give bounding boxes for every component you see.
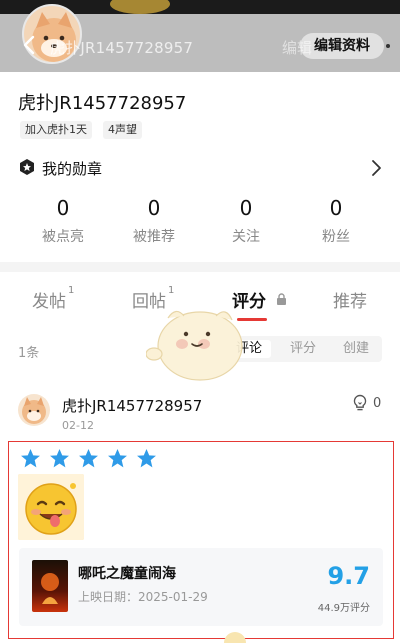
tab-count: 1 — [168, 285, 175, 296]
medal-icon — [20, 159, 34, 175]
tab-posts[interactable]: 发帖1 — [32, 285, 75, 312]
mascot-sticker[interactable] — [146, 298, 250, 386]
tab-label: 发帖 — [32, 292, 66, 312]
like-count: 0 — [373, 396, 382, 411]
reputation-tag: 4声望 — [103, 121, 142, 139]
edit-profile-button[interactable]: 编辑资料 — [300, 33, 384, 59]
stat-value: 0 — [329, 196, 343, 220]
star-icon — [108, 449, 128, 468]
stat-following[interactable]: 0 关注 — [206, 196, 286, 246]
result-count: 1条 — [18, 346, 40, 361]
avatar[interactable] — [18, 394, 50, 426]
movie-score: 9.7 — [327, 562, 370, 590]
medal-label: 我的勋章 — [42, 160, 103, 178]
stat-value: 0 — [56, 196, 70, 220]
header-title: 虎扑JR1457728957 — [50, 39, 194, 57]
dot-indicator — [386, 44, 390, 48]
stat-label: 被点亮 — [42, 229, 84, 245]
star-icon — [137, 449, 157, 468]
movie-card[interactable]: 哪吒之魔童闹海 上映日期：2025-01-29 9.7 44.9万评分 — [19, 548, 383, 626]
header: 虎扑JR1457728957 编辑 编辑资料 — [0, 0, 400, 72]
subtab-ratings[interactable]: 评分 — [281, 340, 325, 358]
stat-followers[interactable]: 0 粉丝 — [296, 196, 376, 246]
lightbulb-icon[interactable] — [352, 394, 368, 412]
tab-count: 1 — [68, 285, 75, 296]
chevron-right-icon — [372, 160, 381, 176]
profile-username: 虎扑JR1457728957 — [18, 93, 187, 114]
join-tag: 加入虎扑1天 — [20, 121, 92, 139]
post-username[interactable]: 虎扑JR1457728957 — [62, 395, 202, 416]
star-icon — [21, 449, 40, 468]
stat-label: 被推荐 — [133, 229, 175, 245]
profile-card: 虎扑JR1457728957 加入虎扑1天 4声望 我的勋章 0 被点亮 0 被… — [0, 72, 400, 268]
review-card[interactable]: 哪吒之魔童闹海 上映日期：2025-01-29 9.7 44.9万评分 — [8, 441, 394, 639]
section-divider — [0, 262, 400, 272]
profile-page: 虎扑JR1457728957 编辑 编辑资料 虎扑JR1457728957 加入… — [0, 0, 400, 643]
star-icon — [50, 449, 70, 468]
tab-recommend[interactable]: 推荐 — [333, 287, 367, 312]
sticker-image[interactable] — [18, 474, 84, 540]
movie-title: 哪吒之魔童闹海 — [78, 566, 176, 582]
stat-value: 0 — [147, 196, 161, 220]
back-button[interactable] — [22, 34, 42, 58]
movie-poster — [32, 560, 68, 612]
movie-release-date: 上映日期：2025-01-29 — [78, 590, 208, 604]
stat-label: 关注 — [232, 229, 260, 245]
stat-label: 粉丝 — [322, 229, 350, 245]
medal-row[interactable]: 我的勋章 — [18, 157, 382, 179]
chevron-left-icon — [23, 35, 35, 55]
stat-value: 0 — [239, 196, 253, 220]
rating-stars — [20, 448, 160, 470]
stat-lit[interactable]: 0 被点亮 — [23, 196, 103, 246]
lock-icon — [277, 293, 286, 305]
star-icon — [79, 449, 99, 468]
tab-label: 推荐 — [333, 292, 367, 312]
post-date: 02-12 — [62, 419, 94, 432]
subtab-created[interactable]: 创建 — [334, 340, 378, 358]
movie-vote-count: 44.9万评分 — [317, 603, 370, 614]
stat-recommended[interactable]: 0 被推荐 — [114, 196, 194, 246]
